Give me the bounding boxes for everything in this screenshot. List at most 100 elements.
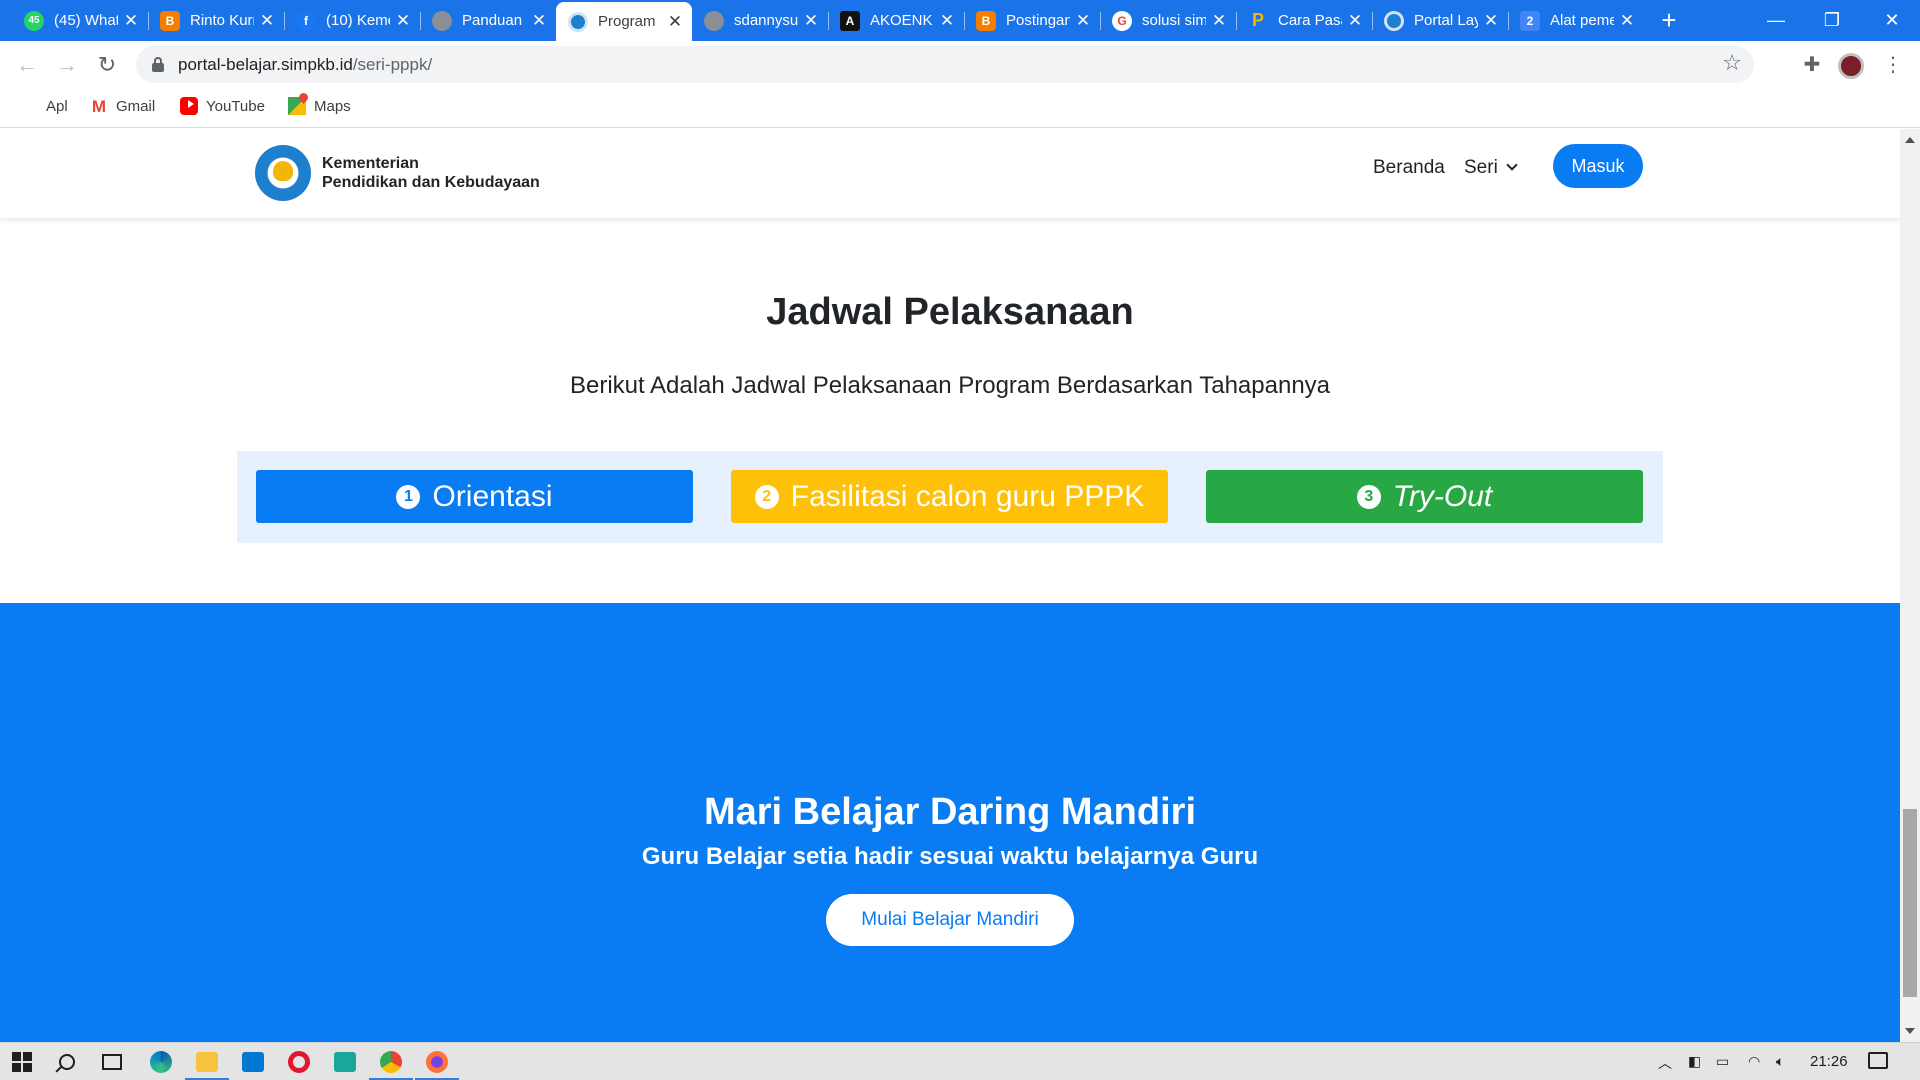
tab-solusi[interactable]: G solusi simpkb ✕ [1100,0,1236,41]
scroll-up-arrow-icon[interactable] [1905,137,1915,143]
minimize-button[interactable]: — [1748,0,1804,41]
close-icon[interactable]: ✕ [530,11,548,30]
taskbar-search-button[interactable] [52,1047,82,1077]
tab-title: Postingan [1006,12,1070,29]
phase-tryout[interactable]: 3 Try-Out [1206,470,1643,523]
search-icon [59,1054,75,1070]
lock-icon[interactable] [152,57,164,72]
windows-icon [12,1052,32,1072]
restore-button[interactable]: ❐ [1804,0,1860,41]
taskbar-opera[interactable] [284,1047,314,1077]
close-icon[interactable]: ✕ [1346,11,1364,30]
bookmark-youtube[interactable]: YouTube [180,97,265,115]
close-icon[interactable]: ✕ [122,11,140,30]
bookmark-maps[interactable]: Maps [288,97,351,115]
number-2-icon: 2 [1520,10,1540,31]
number-1-icon: 1 [396,484,421,509]
kemdikbud-icon [568,11,588,32]
login-button[interactable]: Masuk [1553,144,1643,188]
scroll-down-arrow-icon[interactable] [1905,1028,1915,1034]
taskbar-file-explorer[interactable] [185,1047,229,1080]
battery-icon[interactable]: ▭ [1716,1053,1729,1070]
phase-label: Orientasi [432,479,553,513]
tab-whatsapp[interactable]: 45 (45) WhatsApp ✕ [12,0,148,41]
taskbar-mail[interactable] [238,1047,268,1077]
p-icon: P [1251,10,1264,30]
tab-postingan[interactable]: B Postingan ✕ [964,0,1100,41]
bookmark-apps[interactable]: Apl [20,97,68,115]
page-scrollbar[interactable] [1900,129,1920,1042]
menu-kebab-icon[interactable]: ⋮ [1878,50,1908,80]
close-icon[interactable]: ✕ [1618,11,1636,30]
bookmark-label: Apl [46,97,68,115]
brand-line-2: Pendidikan dan Kebudayaan [322,174,540,191]
start-learning-button[interactable]: Mulai Belajar Mandiri [826,894,1074,946]
scrollbar-thumb[interactable] [1903,809,1917,997]
task-view-button[interactable] [97,1047,127,1077]
nav-seri[interactable]: Seri [1464,157,1518,179]
tab-title: Alat pemeriksa [1550,12,1614,29]
tab-cara-pasang[interactable]: P Cara Pasang ✕ [1236,0,1372,41]
close-icon[interactable]: ✕ [394,11,412,30]
bookmark-gmail[interactable]: M Gmail [90,97,155,116]
tab-title: Panduan [462,12,523,29]
close-icon[interactable]: ✕ [258,11,276,30]
profile-avatar[interactable] [1838,53,1864,79]
tab-rinto[interactable]: B Rinto Kurniawan ✕ [148,0,284,41]
facebook-icon: f [296,10,316,31]
close-window-button[interactable]: ✕ [1864,0,1920,41]
windows-taskbar: ︿ ◧ ▭ ◠ 🔈︎ 21:26 [0,1042,1920,1080]
phase-fasilitasi[interactable]: 2 Fasilitasi calon guru PPPK [731,470,1168,523]
tab-program-active[interactable]: Program ✕ [556,2,692,41]
extensions-icon[interactable]: ✚ [1797,50,1827,80]
phase-label: Try-Out [1392,479,1493,513]
taskbar-clock[interactable]: 21:26 [1810,1053,1848,1070]
brand-name[interactable]: Kementerian Pendidikan dan Kebudayaan [322,154,540,192]
tab-akoenk[interactable]: A AKOENK ✕ [828,0,964,41]
taskbar-edge[interactable] [146,1047,176,1077]
notification-icon[interactable] [1868,1052,1888,1069]
close-icon[interactable]: ✕ [1210,11,1228,30]
show-hidden-icons-icon[interactable]: ︿ [1658,1053,1672,1073]
close-icon[interactable]: ✕ [1482,11,1500,30]
close-icon[interactable]: ✕ [666,12,684,31]
taskbar-chrome[interactable] [369,1047,413,1080]
taskbar-tiktok[interactable] [330,1047,360,1077]
tab-panduan[interactable]: Panduan ✕ [420,0,556,41]
blogger-icon: B [976,10,996,31]
wifi-icon[interactable]: ◠ [1748,1053,1760,1070]
address-bar[interactable]: portal-belajar.simpkb.id/seri-pppk/ ☆ [136,46,1754,83]
phase-orientasi[interactable]: 1 Orientasi [256,470,693,523]
chrome-icon [380,1051,402,1073]
reload-button[interactable]: ↻ [91,49,123,81]
phase-label: Fasilitasi calon guru PPPK [790,479,1145,513]
tab-sdannysuh[interactable]: sdannysuh ✕ [692,0,828,41]
start-button[interactable] [7,1047,37,1077]
tab-portal[interactable]: Portal Layanan ✕ [1372,0,1508,41]
globe-icon [432,10,452,31]
back-button[interactable]: ← [11,49,43,81]
close-icon[interactable]: ✕ [802,11,820,30]
forward-button[interactable]: → [51,49,83,81]
tab-title: (45) WhatsApp [54,12,118,29]
blogger-icon: B [160,10,180,31]
close-icon[interactable]: ✕ [938,11,956,30]
nav-beranda[interactable]: Beranda [1373,157,1445,179]
taskbar-firefox[interactable] [415,1047,459,1080]
kemdikbud-logo[interactable] [255,145,311,201]
meet-now-icon[interactable]: ◧ [1688,1053,1701,1070]
akoenk-icon: A [840,10,860,31]
youtube-icon [180,97,198,115]
new-tab-button[interactable]: + [1654,6,1684,36]
bookmark-label: YouTube [206,97,265,115]
edge-icon [150,1051,172,1073]
close-icon[interactable]: ✕ [1074,11,1092,30]
tab-facebook[interactable]: f (10) Kemendikbud ✕ [284,0,420,41]
tab-strip: 45 (45) WhatsApp ✕ B Rinto Kurniawan ✕ f… [0,0,1920,41]
url-text[interactable]: portal-belajar.simpkb.id/seri-pppk/ [178,55,432,75]
tab-alat[interactable]: 2 Alat pemeriksa ✕ [1508,0,1644,41]
volume-icon[interactable]: 🔈︎ [1776,1053,1784,1070]
bookmarks-bar: Apl M Gmail YouTube Maps [0,88,1920,128]
cta-subtitle: Guru Belajar setia hadir sesuai waktu be… [641,843,1259,870]
bookmark-star-icon[interactable]: ☆ [1722,50,1742,76]
